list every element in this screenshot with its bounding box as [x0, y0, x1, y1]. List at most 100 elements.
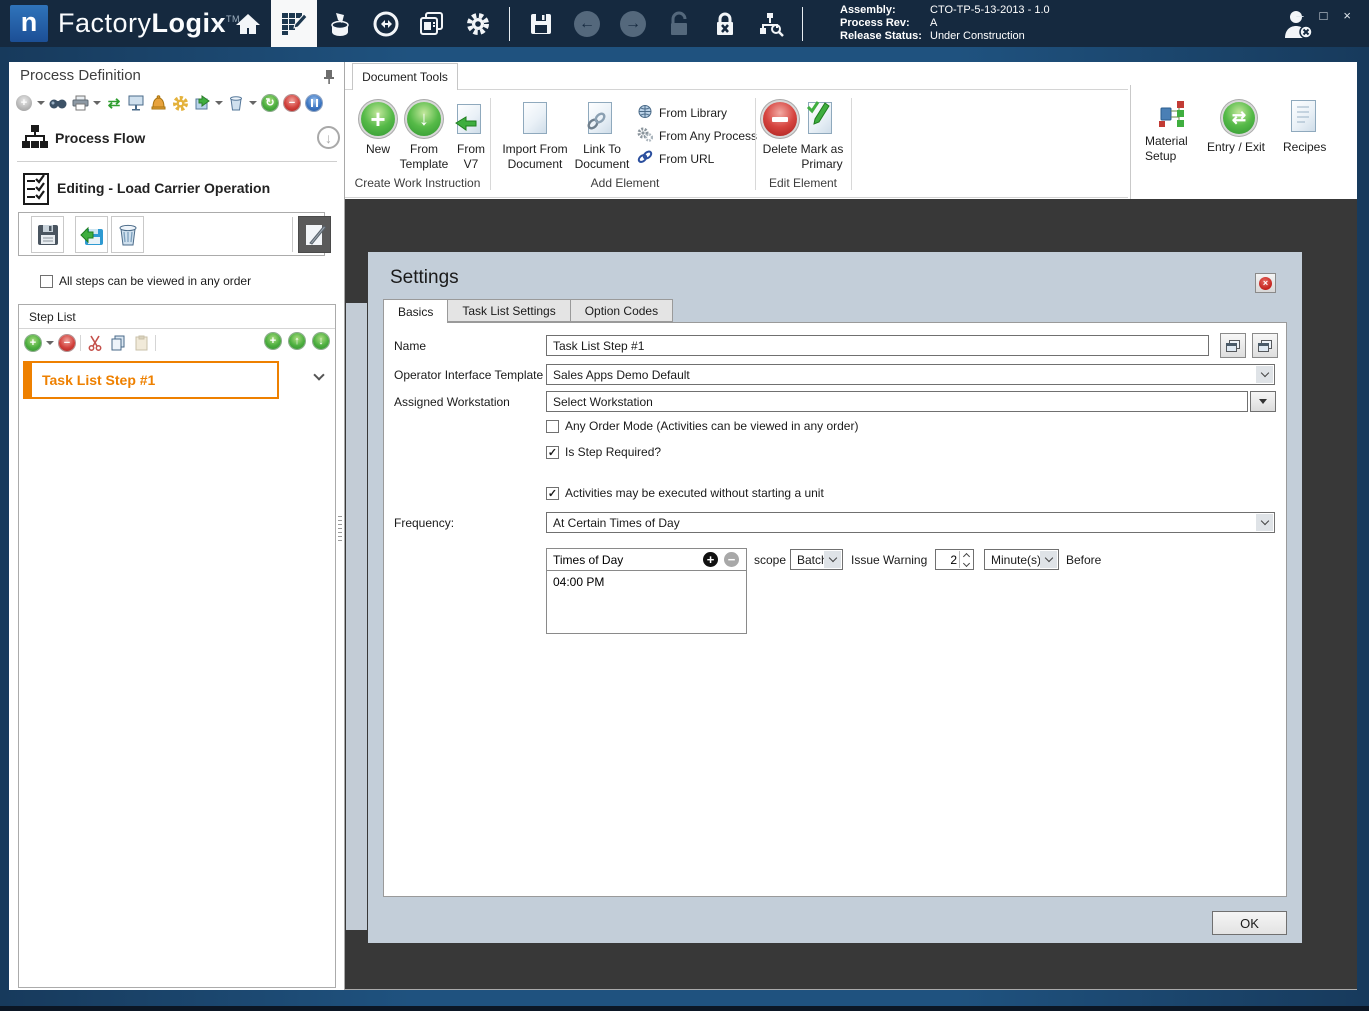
- spinner-arrows[interactable]: [959, 551, 972, 568]
- tab-task-list-settings[interactable]: Task List Settings: [448, 299, 571, 322]
- divider: [292, 217, 293, 252]
- link-to-document-label[interactable]: Link To Document: [571, 142, 633, 172]
- warning-unit-select[interactable]: Minute(s): [984, 549, 1059, 570]
- print-icon[interactable]: [71, 94, 89, 112]
- copy-icon[interactable]: [109, 334, 127, 352]
- new-instruction-button[interactable]: +: [361, 102, 395, 136]
- maximize-button[interactable]: □: [1320, 8, 1328, 23]
- warning-value-spinner[interactable]: 2: [935, 549, 974, 570]
- minimize-button[interactable]: –: [1296, 8, 1303, 23]
- settings-module-icon[interactable]: [455, 0, 501, 47]
- mark-as-primary-label[interactable]: Mark as Primary: [793, 142, 851, 172]
- tab-document-tools[interactable]: Document Tools: [352, 63, 458, 90]
- remove-time-button[interactable]: −: [724, 552, 739, 567]
- from-url-item[interactable]: From URL: [637, 150, 714, 167]
- export-dropdown-icon[interactable]: [215, 101, 223, 105]
- home-icon[interactable]: [225, 0, 271, 47]
- frequency-select[interactable]: At Certain Times of Day: [546, 512, 1275, 533]
- save-icon[interactable]: [518, 0, 564, 47]
- ok-button[interactable]: OK: [1212, 911, 1287, 935]
- gold-gear-icon[interactable]: [171, 94, 189, 112]
- add-icon[interactable]: +: [16, 95, 32, 111]
- from-v7-label[interactable]: From V7: [449, 142, 493, 172]
- tab-basics[interactable]: Basics: [383, 299, 449, 323]
- pause-icon[interactable]: [306, 95, 322, 111]
- step-list-item[interactable]: Task List Step #1: [23, 361, 279, 399]
- material-setup-icon[interactable]: [1157, 98, 1187, 135]
- dialog-close-button[interactable]: ×: [1255, 273, 1276, 293]
- move-step-up-icon[interactable]: ↑: [289, 333, 305, 349]
- presentation-icon[interactable]: [127, 94, 145, 112]
- from-v7-icon[interactable]: [455, 104, 481, 134]
- refresh-icon[interactable]: ↻: [262, 95, 278, 111]
- zoom-step-icon[interactable]: +: [265, 333, 281, 349]
- mark-as-primary-icon[interactable]: [806, 101, 832, 134]
- add-dropdown-icon[interactable]: [37, 101, 45, 105]
- print-dropdown-icon[interactable]: [93, 101, 101, 105]
- lock-cancel-icon[interactable]: [702, 0, 748, 47]
- paste-icon[interactable]: [132, 334, 150, 352]
- add-step-dropdown-icon[interactable]: [46, 341, 54, 345]
- from-any-process-item[interactable]: From Any Process: [637, 127, 757, 145]
- collapsed-panel-strip[interactable]: [346, 303, 367, 930]
- move-step-down-icon[interactable]: ↓: [313, 333, 329, 349]
- bell-icon[interactable]: [149, 94, 167, 112]
- paste-settings-button[interactable]: [1252, 333, 1278, 358]
- delete-element-button[interactable]: [763, 102, 797, 136]
- expand-down-icon[interactable]: ↓: [317, 126, 340, 149]
- find-icon[interactable]: [49, 94, 67, 112]
- add-step-icon[interactable]: +: [25, 335, 41, 351]
- name-input[interactable]: Task List Step #1: [546, 335, 1209, 356]
- transfer-module-icon[interactable]: [363, 0, 409, 47]
- materials-module-icon[interactable]: [317, 0, 363, 47]
- link-to-document-icon[interactable]: [587, 102, 612, 134]
- cut-icon[interactable]: [86, 334, 104, 352]
- unlock-icon[interactable]: [656, 0, 702, 47]
- all-steps-any-order-checkbox[interactable]: [40, 274, 53, 288]
- add-time-button[interactable]: +: [703, 552, 718, 567]
- step-item-chevron-icon[interactable]: [313, 369, 325, 381]
- scope-select[interactable]: Batch: [790, 549, 843, 570]
- from-template-label[interactable]: From Template: [394, 142, 454, 172]
- assigned-workstation-input[interactable]: Select Workstation: [546, 391, 1248, 412]
- is-step-required-checkbox[interactable]: ✓: [546, 445, 559, 459]
- back-icon[interactable]: ←: [564, 0, 610, 47]
- time-item[interactable]: 04:00 PM: [547, 571, 746, 593]
- trash-icon[interactable]: [227, 94, 245, 112]
- from-template-button[interactable]: ↓: [407, 102, 441, 136]
- import-from-document-label[interactable]: Import From Document: [495, 142, 575, 172]
- close-button[interactable]: ×: [1343, 8, 1351, 23]
- stop-icon[interactable]: −: [284, 95, 300, 111]
- operator-interface-template-select[interactable]: Sales Apps Demo Default: [546, 364, 1275, 385]
- documents-module-icon[interactable]: [409, 0, 455, 47]
- process-search-icon[interactable]: [748, 0, 794, 47]
- from-library-item[interactable]: From Library: [637, 104, 727, 122]
- process-definition-module-icon[interactable]: [271, 0, 317, 47]
- save-as-button[interactable]: [75, 216, 108, 253]
- export-icon[interactable]: [193, 94, 211, 112]
- pin-icon[interactable]: [322, 69, 336, 90]
- material-setup-label[interactable]: Material Setup: [1145, 134, 1199, 164]
- assigned-workstation-dropdown-button[interactable]: [1250, 391, 1276, 412]
- any-order-mode-checkbox[interactable]: [546, 419, 559, 433]
- save-process-button[interactable]: [31, 216, 64, 253]
- exchange-icon[interactable]: ⇄: [105, 94, 123, 112]
- entry-exit-label[interactable]: Entry / Exit: [1207, 140, 1277, 155]
- recipes-icon[interactable]: [1291, 100, 1316, 132]
- times-of-day-list[interactable]: 04:00 PM: [546, 571, 747, 634]
- remove-step-icon[interactable]: −: [59, 335, 75, 351]
- settings-dialog: Settings × Basics Task List Settings Opt…: [368, 252, 1302, 943]
- delete-process-button[interactable]: [111, 216, 144, 253]
- panel-toolbar: + ⇄ ↻ −: [15, 92, 341, 114]
- tab-option-codes[interactable]: Option Codes: [570, 299, 674, 322]
- panel-splitter[interactable]: [338, 516, 342, 542]
- edit-mode-button[interactable]: [298, 216, 331, 253]
- entry-exit-button[interactable]: ⇄: [1223, 102, 1255, 134]
- chevron-down-icon: [1256, 514, 1273, 531]
- trash-dropdown-icon[interactable]: [249, 101, 257, 105]
- recipes-label[interactable]: Recipes: [1283, 140, 1333, 155]
- forward-icon[interactable]: →: [610, 0, 656, 47]
- without-unit-checkbox[interactable]: ✓: [546, 486, 559, 500]
- copy-settings-button[interactable]: [1220, 333, 1246, 358]
- import-from-document-icon[interactable]: [523, 102, 547, 134]
